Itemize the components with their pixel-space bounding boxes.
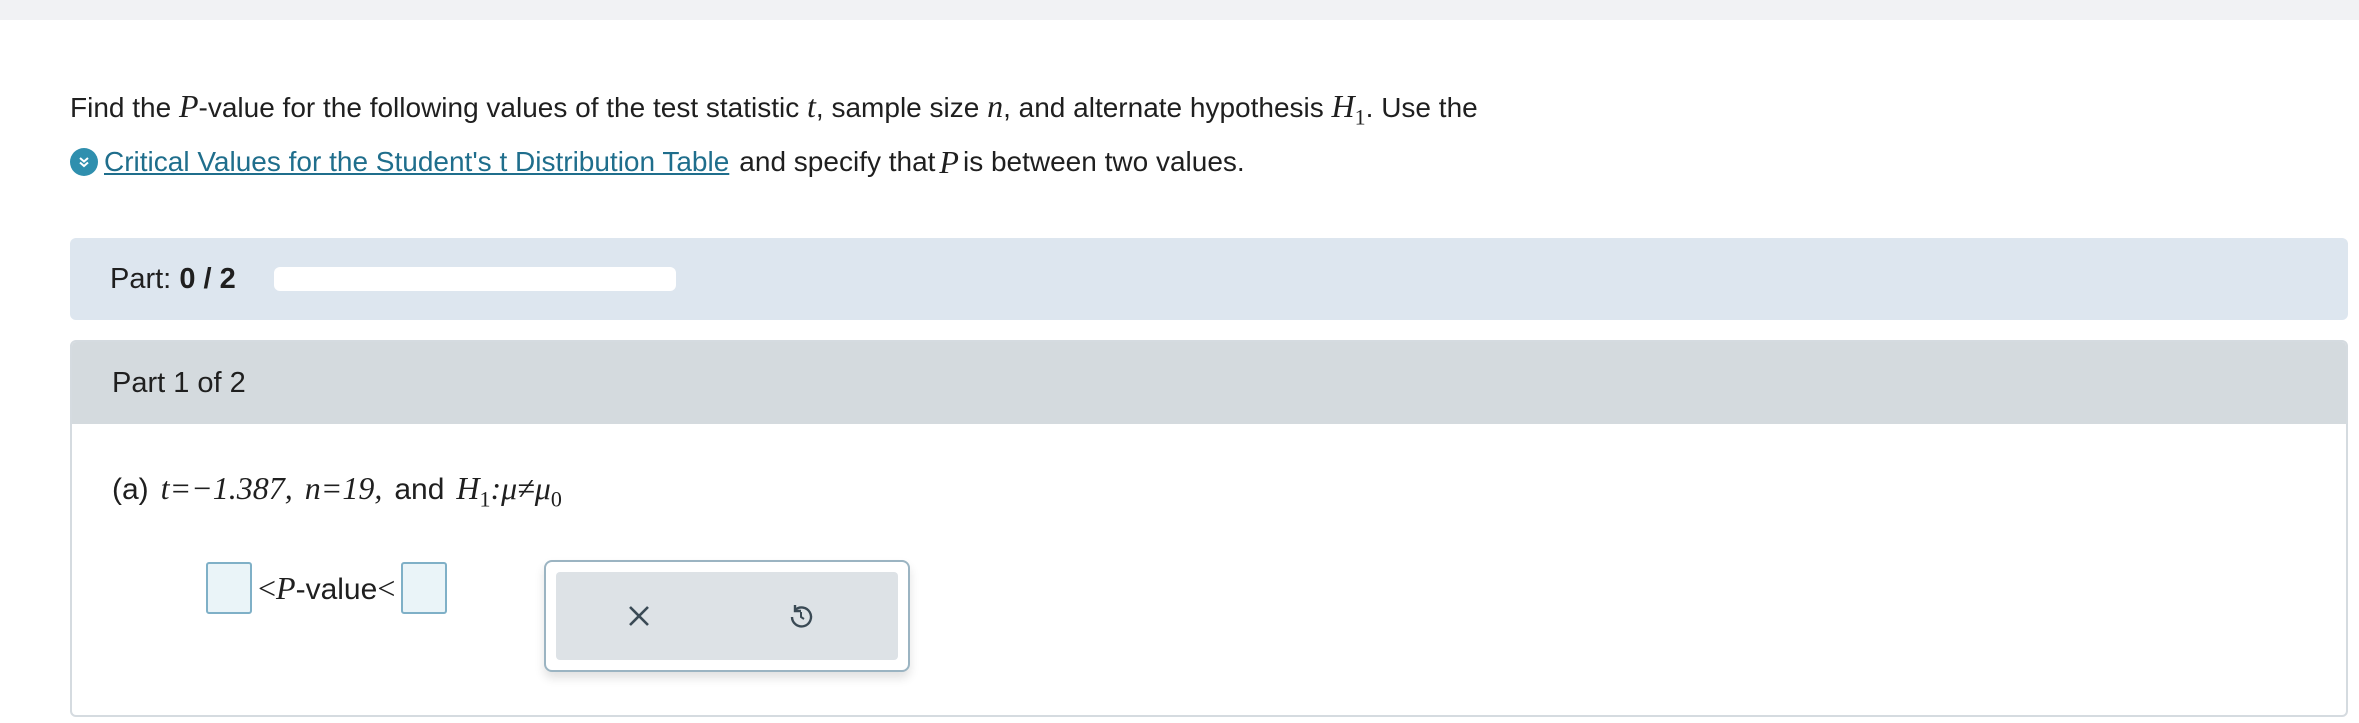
progress-track [273,267,676,291]
h-letter: H [456,470,480,506]
prompt-text: and specify that [739,146,936,177]
lower-bound-input[interactable] [206,562,252,614]
clear-button[interactable] [622,599,656,633]
part-header: Part 1 of 2 [72,342,2346,424]
t-value-expression: t=−1.387, [160,470,293,506]
n-value-expression: n=19, [304,470,383,506]
part-1-card: Part 1 of 2 (a) t=−1.387, n=19, and H1:μ… [70,340,2348,717]
prompt-text: . Use the [1365,92,1478,123]
undo-button[interactable] [784,599,818,633]
h-subscript: 1 [479,486,491,512]
mu-subscript: 0 [550,486,562,512]
undo-icon [790,605,813,628]
t-distribution-table-link[interactable]: Critical Values for the Student's t Dist… [104,148,729,176]
p-variable: P [178,88,199,124]
t-variable: t [807,88,816,124]
prompt-text: , and alternate hypothesis [1003,92,1332,123]
answer-row: <P-value< [206,562,448,614]
value-text: -value [295,572,378,606]
part-a-question: (a) t=−1.387, n=19, and H1:μ≠μ0 [112,470,562,512]
n-variable: n [987,88,1004,124]
h-letter: H [1331,88,1355,124]
prompt-text: is between two values. [962,146,1245,177]
alternate-hypothesis: H1:μ≠μ0 [456,470,561,512]
hypothesis-relation: :μ≠μ [490,470,551,506]
answer-tools-popup [544,560,910,672]
top-bar [0,0,2359,20]
and-text: and [394,473,445,506]
part-title: Part 1 of 2 [112,366,246,399]
question-prompt-line-1: Find the P-value for the following value… [70,90,1478,128]
x-icon [629,606,649,626]
less-than-sign: < [377,569,396,606]
tools-panel [556,572,898,660]
p-value-inequality: <P-value< [258,570,395,607]
h-subscript: 1 [1354,104,1366,130]
p-variable: P [276,569,296,606]
upper-bound-input[interactable] [401,562,448,614]
part-label: (a) [112,473,149,506]
prompt-text: Find the [70,92,179,123]
progress-label: Part: 0 / 2 [110,263,236,296]
expand-chevron-icon[interactable] [70,148,98,176]
prompt-text: , sample size [815,92,988,123]
part-progress-bar: Part: 0 / 2 [70,238,2348,320]
progress-count: 0 / 2 [179,262,236,295]
question-prompt-line-2: Critical Values for the Student's t Dist… [70,146,1245,178]
less-than-sign: < [258,569,277,606]
h1-variable: H1 [1331,88,1366,128]
p-variable: P [939,144,959,180]
progress-label-text: Part: [110,262,180,295]
prompt-text: -value for the following values of the t… [198,92,808,123]
